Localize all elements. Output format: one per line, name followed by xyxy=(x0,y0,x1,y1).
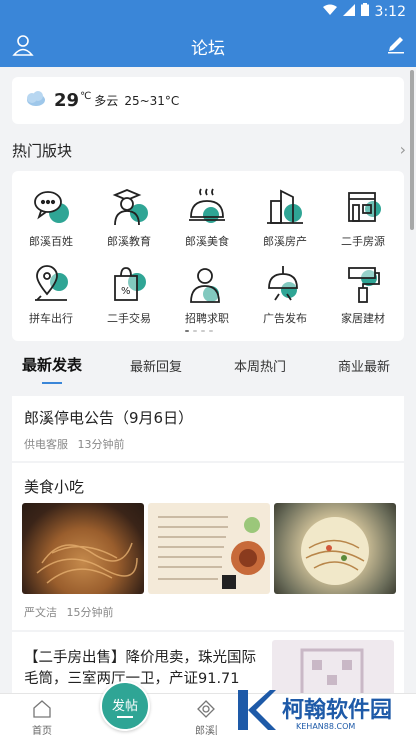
category-item[interactable]: 招聘求职 xyxy=(168,264,246,326)
category-label: 招聘求职 xyxy=(185,312,229,325)
wifi-icon xyxy=(322,4,337,20)
category-grid: 郎溪百姓 郎溪教育 郎溪美食 郎溪房产 二手房源 拼车出行 % 二手交易 招聘求… xyxy=(12,171,404,341)
cloud-icon xyxy=(24,90,46,111)
watermark-url: KEHAN88.COM xyxy=(296,722,356,731)
category-item[interactable]: 郎溪教育 xyxy=(90,187,168,249)
nav-home-label: 首页 xyxy=(32,726,52,737)
post-image[interactable] xyxy=(274,503,396,594)
category-item[interactable]: 郎溪房产 xyxy=(246,187,324,249)
category-label: 郎溪教育 xyxy=(107,235,151,248)
temperature-unit: ℃ xyxy=(80,91,92,102)
nav-circle[interactable]: 郎溪圈 xyxy=(176,699,236,737)
category-item[interactable]: 广告发布 xyxy=(246,264,324,326)
signal-icon xyxy=(342,3,355,20)
post-title: 郎溪停电公告（9月6日） xyxy=(24,409,194,427)
section-title: 热门版块 xyxy=(12,142,73,160)
watermark-brand: 柯翰软件园 xyxy=(282,698,393,723)
post-meta: 严文洁 15分钟前 xyxy=(24,604,114,620)
post-author: 供电客服 xyxy=(24,438,68,451)
paint-roller-icon xyxy=(343,264,383,304)
temperature: 29 xyxy=(54,90,80,111)
tab-latest-replies[interactable]: 最新回复 xyxy=(130,356,182,375)
graduate-icon xyxy=(109,187,149,227)
dish-icon xyxy=(187,187,227,227)
chevron-right-icon[interactable]: › xyxy=(400,140,406,159)
watermark-k-icon xyxy=(236,686,278,734)
tab-latest-posts[interactable]: 最新发表 xyxy=(22,354,82,375)
nav-home[interactable]: 首页 xyxy=(12,699,72,737)
shopping-bag-icon: % xyxy=(109,264,149,304)
category-item[interactable]: 家居建材 xyxy=(324,264,402,326)
post-meta: 供电客服 13分钟前 xyxy=(24,436,125,452)
category-label: 拼车出行 xyxy=(29,312,73,325)
category-label: 郎溪美食 xyxy=(185,235,229,248)
feed-tabs: 最新发表 最新回复 本周热门 商业最新 xyxy=(0,350,416,386)
category-item[interactable]: 拼车出行 xyxy=(12,264,90,326)
post-time: 15分钟前 xyxy=(66,606,114,619)
post-title: 美食小吃 xyxy=(24,478,85,496)
person-icon xyxy=(187,264,227,304)
tab-weekly-hot[interactable]: 本周热门 xyxy=(234,356,286,375)
category-item[interactable]: 郎溪美食 xyxy=(168,187,246,249)
weather-card[interactable]: 29 ℃ 多云 25~31°C xyxy=(12,77,404,124)
location-icon xyxy=(31,264,71,304)
post-image[interactable] xyxy=(22,503,144,594)
page-indicator xyxy=(185,330,213,332)
post-image[interactable] xyxy=(148,503,270,594)
app-bar: 论坛 xyxy=(0,24,416,67)
clock: 3:12 xyxy=(374,3,406,20)
weather-condition: 多云 xyxy=(94,94,119,108)
post-time: 13分钟前 xyxy=(77,438,125,451)
post-author: 严文洁 xyxy=(24,606,57,619)
house-icon xyxy=(343,187,383,227)
category-label: 二手房源 xyxy=(341,235,385,248)
post-images xyxy=(22,503,396,594)
circle-icon xyxy=(176,699,236,722)
tab-business-latest[interactable]: 商业最新 xyxy=(338,356,390,375)
post-title: 【二手房出售】降价甩卖，珠光国际毛筒，三室两厅一卫，产证91.71平，证件… xyxy=(24,650,256,687)
post-button-label: 发帖 xyxy=(111,699,138,714)
scrollbar[interactable] xyxy=(410,70,414,230)
category-label: 郎溪百姓 xyxy=(29,235,73,248)
category-label: 二手交易 xyxy=(107,312,151,325)
category-label: 郎溪房产 xyxy=(263,235,307,248)
home-icon xyxy=(12,699,72,722)
category-label: 家居建材 xyxy=(341,312,385,325)
post-card[interactable]: 郎溪停电公告（9月6日） 供电客服 13分钟前 xyxy=(12,396,404,461)
post-button[interactable]: 发帖 xyxy=(100,681,150,731)
post-card[interactable]: 美食小吃 严文洁 15分钟前 xyxy=(12,463,404,630)
chat-bubbles-icon xyxy=(31,187,71,227)
category-item[interactable]: 郎溪百姓 xyxy=(12,187,90,249)
tab-indicator xyxy=(42,382,62,384)
status-bar: 3:12 xyxy=(0,0,416,24)
nav-circle-label: 郎溪圈 xyxy=(195,726,217,737)
temperature-range: 25~31°C xyxy=(124,93,180,108)
buildings-icon xyxy=(265,187,305,227)
category-item[interactable]: % 二手交易 xyxy=(90,264,168,326)
hot-section-header[interactable]: 热门版块 › xyxy=(12,140,406,160)
battery-icon xyxy=(360,3,369,20)
category-item[interactable]: 二手房源 xyxy=(324,187,402,249)
page-title: 论坛 xyxy=(191,39,225,59)
category-label: 广告发布 xyxy=(263,312,307,325)
svg-text:%: % xyxy=(121,286,131,297)
edit-icon[interactable] xyxy=(386,34,406,58)
lamp-icon xyxy=(265,264,305,304)
watermark-logo: 柯翰软件园 KEHAN88.COM xyxy=(236,686,412,736)
